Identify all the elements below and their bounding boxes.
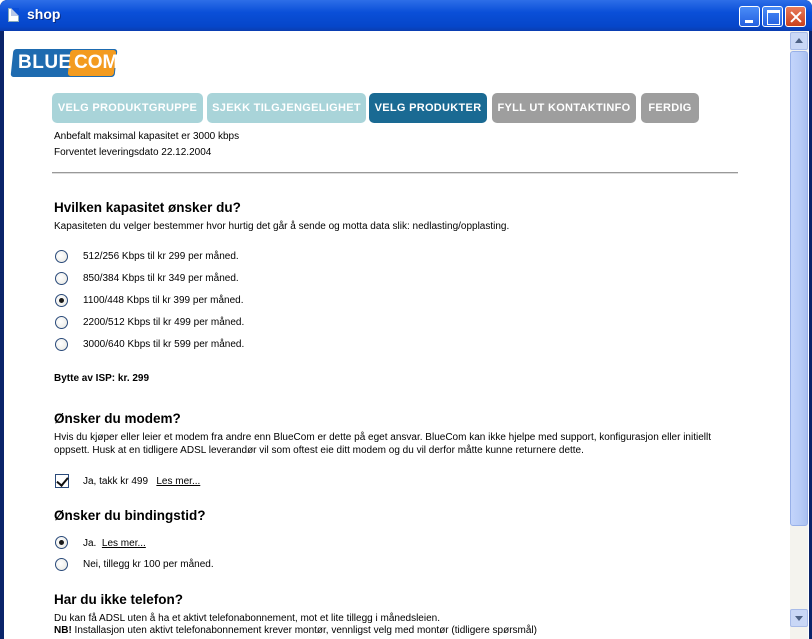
step-fyll-ut-kontaktinfo: FYLL UT KONTAKTINFO — [492, 93, 636, 123]
logo-com-text: COM — [74, 52, 119, 73]
capacity-radio-850[interactable] — [55, 272, 68, 285]
phone-heading: Har du ikke telefon? — [54, 592, 184, 607]
phone-line2-text: Installasjon uten aktivt telefonabonneme… — [71, 625, 537, 636]
scroll-down-button[interactable] — [790, 609, 808, 627]
recommended-capacity: Anbefalt maksimal kapasitet er 3000 kbps — [54, 131, 240, 142]
window-title: shop — [27, 6, 61, 22]
delivery-date: Forventet leveringsdato 22.12.2004 — [54, 147, 212, 158]
modem-checkbox[interactable] — [55, 474, 69, 488]
binding-yes-option: Ja. Les mer... — [83, 538, 146, 549]
capacity-label-3000: 3000/640 Kbps til kr 599 per måned. — [83, 339, 245, 350]
vertical-scrollbar[interactable] — [790, 31, 808, 639]
capacity-label-2200: 2200/512 Kbps til kr 499 per måned. — [83, 317, 245, 328]
nb-label: NB! — [54, 625, 72, 636]
binding-yes-label: Ja. — [83, 538, 97, 549]
capacity-radio-512[interactable] — [55, 250, 68, 263]
step-velg-produktgruppe[interactable]: VELG PRODUKTGRUPPE — [52, 93, 203, 123]
binding-read-more-link[interactable]: Les mer... — [102, 538, 146, 549]
maximize-button[interactable] — [762, 6, 783, 27]
divider — [52, 172, 738, 174]
capacity-heading: Hvilken kapasitet ønsker du? — [54, 200, 241, 215]
capacity-label-850: 850/384 Kbps til kr 349 per måned. — [83, 273, 239, 284]
modem-description: Hvis du kjøper eller leier et modem fra … — [54, 432, 712, 456]
page-content: BLUE COM VELG PRODUKTGRUPPE SJEKK TILGJE… — [4, 31, 809, 639]
capacity-description: Kapasiteten du velger bestemmer hvor hur… — [54, 221, 510, 232]
modem-read-more-link[interactable]: Les mer... — [156, 476, 200, 487]
binding-radio-yes[interactable] — [55, 536, 68, 549]
browser-window: shop BLUE COM VELG PRODUKTGRUPPE SJEKK T… — [0, 0, 812, 639]
modem-option-label: Ja, takk kr 499 — [83, 476, 149, 487]
binding-radio-no[interactable] — [55, 558, 68, 571]
close-button[interactable] — [785, 6, 806, 27]
bluecom-logo: BLUE COM — [10, 49, 119, 77]
capacity-label-512: 512/256 Kbps til kr 299 per måned. — [83, 251, 239, 262]
minimize-button[interactable] — [739, 6, 760, 27]
step-ferdig: FERDIG — [641, 93, 699, 123]
modem-heading: Ønsker du modem? — [54, 411, 181, 426]
capacity-radio-3000[interactable] — [55, 338, 68, 351]
capacity-label-1100: 1100/448 Kbps til kr 399 per måned. — [83, 295, 244, 306]
scroll-up-button[interactable] — [790, 32, 808, 50]
binding-heading: Ønsker du bindingstid? — [54, 508, 206, 523]
phone-line2: NB! Installasjon uten aktivt telefonabon… — [54, 625, 744, 638]
isp-fee: Bytte av ISP: kr. 299 — [54, 373, 150, 384]
title-bar[interactable]: shop — [0, 0, 812, 31]
logo-blue-text: BLUE — [18, 52, 72, 73]
step-sjekk-tilgjengelighet[interactable]: SJEKK TILGJENGELIGHET — [207, 93, 366, 123]
scroll-thumb[interactable] — [790, 51, 808, 526]
document-icon — [8, 8, 19, 22]
capacity-radio-1100[interactable] — [55, 294, 68, 307]
step-velg-produkter[interactable]: VELG PRODUKTER — [369, 93, 487, 123]
modem-option: Ja, takk kr 499 Les mer... — [83, 476, 200, 487]
phone-line1: Du kan få ADSL uten å ha et aktivt telef… — [54, 613, 440, 624]
binding-no-label: Nei, tillegg kr 100 per måned. — [83, 559, 214, 570]
capacity-radio-2200[interactable] — [55, 316, 68, 329]
